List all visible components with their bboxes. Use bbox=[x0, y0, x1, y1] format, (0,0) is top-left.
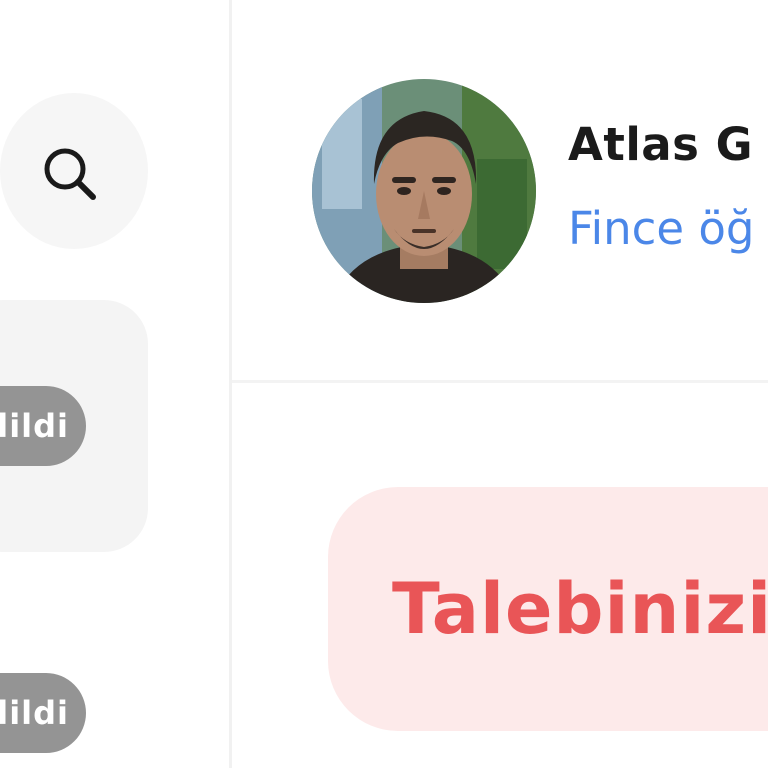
status-badge: dildi bbox=[0, 386, 86, 466]
conversation-panel: Atlas G Fince öğ Talebinizi bbox=[232, 0, 768, 768]
status-badge: dildi bbox=[0, 673, 86, 753]
avatar-photo bbox=[312, 79, 536, 303]
app-window: dildi dildi bbox=[0, 0, 768, 768]
header-divider bbox=[232, 380, 768, 383]
contact-role-link[interactable]: Fince öğ bbox=[568, 202, 754, 255]
avatar[interactable] bbox=[312, 79, 536, 303]
conversation-header: Atlas G Fince öğ bbox=[232, 0, 768, 380]
search-icon-glyph bbox=[44, 148, 96, 200]
request-banner-text: Talebinizi bbox=[392, 568, 768, 650]
contact-name: Atlas G bbox=[568, 118, 754, 171]
sidebar: dildi dildi bbox=[0, 0, 229, 768]
